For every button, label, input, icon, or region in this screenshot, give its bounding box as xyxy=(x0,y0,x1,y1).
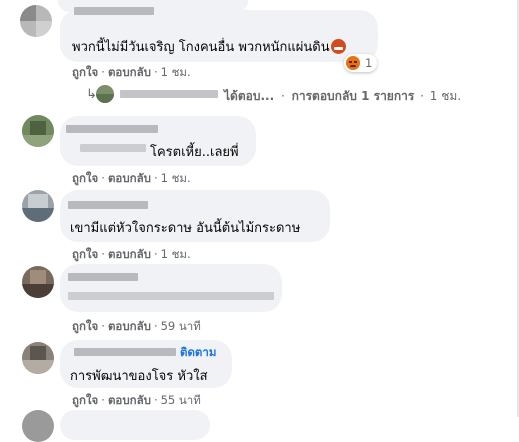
comment-bubble xyxy=(60,264,282,312)
comment-text: การพัฒนาของโจร หัวใส xyxy=(70,369,208,384)
reply-time: 1 ชม. xyxy=(429,89,462,103)
comment-time[interactable]: 59 นาที xyxy=(161,319,201,333)
angry-face-emoji xyxy=(330,39,346,54)
reaction-summary[interactable]: 1 xyxy=(344,54,378,72)
author-name-blurred[interactable] xyxy=(66,125,158,133)
author-name-blurred[interactable] xyxy=(68,273,138,281)
comment-bubble: เขามีแต่หัวใจกระดาษ อันนี้ต้นไม้กระดาษ xyxy=(60,190,330,242)
reply-link[interactable]: ตอบกลับ xyxy=(108,65,151,79)
reply-author-blurred xyxy=(120,90,218,98)
avatar[interactable] xyxy=(20,5,52,37)
comment-text-blurred xyxy=(68,292,274,300)
avatar[interactable] xyxy=(22,190,54,222)
comment-actions: ถูกใจ · ตอบกลับ · 1 ชม. xyxy=(72,171,191,185)
reaction-count: 1 xyxy=(365,56,373,70)
comment-time[interactable]: 1 ชม. xyxy=(161,171,191,185)
author-name-blurred[interactable] xyxy=(74,348,176,356)
like-link[interactable]: ถูกใจ xyxy=(72,393,98,407)
comment-time[interactable]: 1 ชม. xyxy=(161,65,191,79)
avatar[interactable] xyxy=(22,266,54,298)
replies-count-link[interactable]: การตอบกลับ 1 รายการ xyxy=(292,89,415,103)
reply-link[interactable]: ตอบกลับ xyxy=(108,319,151,333)
like-link[interactable]: ถูกใจ xyxy=(72,247,98,261)
comment-bubble: โครตเหี้ย..เลยพี่ xyxy=(60,116,256,166)
comment-text: โครตเหี้ย..เลยพี่ xyxy=(150,145,239,160)
author-name-blurred[interactable] xyxy=(68,201,148,209)
like-link[interactable]: ถูกใจ xyxy=(72,65,98,79)
comment-time[interactable]: 1 ชม. xyxy=(161,247,191,261)
comment-bubble: พวกนี้ไม่มีวันเจริญ โกงคนอื่น พวกหนักแผ่… xyxy=(60,7,378,62)
comment-actions: ถูกใจ · ตอบกลับ · 1 ชม. xyxy=(72,247,191,261)
avatar[interactable] xyxy=(22,410,54,442)
comment-actions: ถูกใจ · ตอบกลับ · 55 นาที xyxy=(72,393,201,407)
comment-bubble-partial xyxy=(60,410,210,440)
replied-text: ได้ตอบ... xyxy=(224,89,275,103)
angry-reaction-icon xyxy=(346,56,360,70)
comment-text: พวกนี้ไม่มีวันเจริญ โกงคนอื่น พวกหนักแผ่… xyxy=(72,36,346,57)
comment-actions: ถูกใจ · ตอบกลับ · 59 นาที xyxy=(72,319,201,333)
author-name-blurred[interactable] xyxy=(74,7,154,15)
avatar[interactable] xyxy=(22,342,54,374)
reply-link[interactable]: ตอบกลับ xyxy=(108,393,151,407)
comment-bubble: ติดตาม การพัฒนาของโจร หัวใส xyxy=(60,340,232,388)
avatar[interactable] xyxy=(22,115,54,147)
reply-link[interactable]: ตอบกลับ xyxy=(108,171,151,185)
follow-link[interactable]: ติดตาม xyxy=(180,344,216,362)
comment-time[interactable]: 55 นาที xyxy=(161,393,201,407)
like-link[interactable]: ถูกใจ xyxy=(72,171,98,185)
comment-actions: ถูกใจ · ตอบกลับ · 1 ชม. xyxy=(72,65,191,79)
reply-link[interactable]: ตอบกลับ xyxy=(108,247,151,261)
comment-text: เขามีแต่หัวใจกระดาษ อันนี้ต้นไม้กระดาษ xyxy=(70,221,301,236)
like-link[interactable]: ถูกใจ xyxy=(72,319,98,333)
reply-avatar xyxy=(96,85,114,103)
